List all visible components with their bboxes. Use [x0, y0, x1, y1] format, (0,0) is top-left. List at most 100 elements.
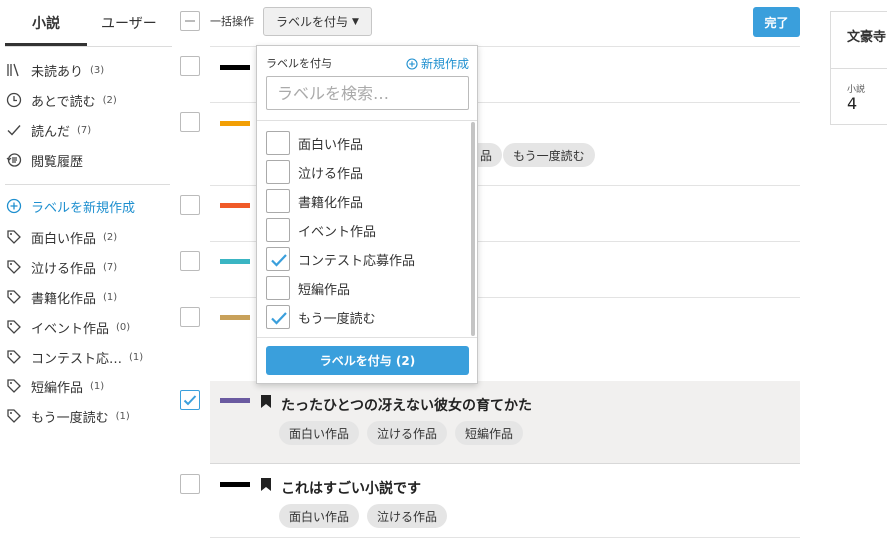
sidebar-tabs: 小説 ユーザー: [5, 0, 172, 47]
sidebar-label-item[interactable]: もう一度読む (1): [5, 406, 130, 426]
dropdown-divider: [257, 337, 477, 338]
label-name: コンテスト応…: [31, 351, 123, 367]
dropdown-label-option[interactable]: もう一度読む: [266, 305, 376, 329]
assign-label-button-text: ラベルを付与: [276, 15, 349, 29]
novel-checkbox[interactable]: [180, 195, 200, 215]
label-option-checkbox[interactable]: [266, 305, 290, 329]
label-count: (2): [103, 231, 118, 243]
novel-tag[interactable]: 泣ける作品: [367, 421, 448, 445]
author-stat-value: 4: [847, 94, 858, 113]
sidebar-item-unread[interactable]: 未読あり (3): [5, 60, 104, 80]
label-name: 面白い作品: [31, 231, 97, 247]
novel-color-bar: [220, 259, 250, 264]
novel-checkbox[interactable]: [180, 307, 200, 327]
sidebar-item-history[interactable]: 閲覧履歴: [5, 150, 83, 170]
novel-title[interactable]: たったひとつの冴えない彼女の育てかた: [281, 395, 532, 415]
check-icon: [271, 312, 287, 325]
apply-labels-button[interactable]: ラベルを付与 (2): [266, 346, 469, 375]
label-option-checkbox[interactable]: [266, 218, 290, 242]
novel-checkbox[interactable]: [180, 251, 200, 271]
novel-checkbox[interactable]: [180, 474, 200, 494]
label-name: 泣ける作品: [31, 261, 97, 277]
sidebar: 小説 ユーザー 未読あり (3) あとで読む (2) 読んだ (7) 閲覧履歴: [0, 0, 172, 538]
novel-tag[interactable]: 泣ける作品: [367, 504, 448, 528]
bookmark-icon: [261, 395, 271, 408]
select-all-checkbox[interactable]: [180, 11, 200, 31]
sidebar-item-read[interactable]: 読んだ (7): [5, 120, 91, 140]
dropdown-label-option[interactable]: 書籍化作品: [266, 189, 363, 213]
bookshelf-icon: [5, 61, 23, 79]
label-option-checkbox[interactable]: [266, 131, 290, 155]
author-name: 文豪寺: [847, 30, 887, 45]
dropdown-scrollbar[interactable]: [471, 122, 475, 336]
novel-tag[interactable]: 短編作品: [455, 421, 524, 445]
sidebar-item-read-later[interactable]: あとで読む (2): [5, 90, 117, 110]
tag-icon: [5, 407, 23, 425]
check-icon: [271, 254, 287, 267]
active-tab-indicator: [5, 43, 87, 46]
label-count: (7): [103, 261, 118, 273]
novel-checkbox[interactable]: [180, 56, 200, 76]
tab-users[interactable]: ユーザー: [101, 13, 157, 33]
novel-title[interactable]: これはすごい小説です: [281, 478, 421, 498]
sidebar-label-item[interactable]: 面白い作品 (2): [5, 227, 117, 247]
author-card[interactable]: 文豪寺 小説 4: [830, 11, 887, 125]
sidebar-label-item[interactable]: コンテスト応… (1): [5, 347, 143, 367]
sidebar-item-count: (3): [90, 64, 105, 76]
sidebar-label-item[interactable]: イベント作品 (0): [5, 317, 130, 337]
label-option-checkbox[interactable]: [266, 160, 290, 184]
author-card-divider: [831, 68, 887, 69]
sidebar-item-label: 未読あり: [31, 64, 84, 80]
label-name: イベント作品: [31, 321, 110, 337]
assign-label-button[interactable]: ラベルを付与 ▼: [263, 7, 372, 36]
dropdown-label-option[interactable]: 短編作品: [266, 276, 350, 300]
novel-checkbox[interactable]: [180, 112, 200, 132]
dropdown-title: ラベルを付与: [266, 57, 332, 70]
plus-circle-icon: [406, 57, 418, 70]
novel-tag[interactable]: 面白い作品: [279, 504, 360, 528]
label-option-checkbox[interactable]: [266, 189, 290, 213]
sidebar-item-label: あとで読む: [31, 94, 96, 110]
check-icon: [5, 121, 23, 139]
dropdown-label-option[interactable]: 泣ける作品: [266, 160, 363, 184]
label-dropdown: ラベルを付与 新規作成 面白い作品 泣ける作品 書籍化作品 イベント作品 コンテ…: [256, 45, 478, 384]
sidebar-item-label: 読んだ: [31, 124, 71, 140]
label-search-input[interactable]: [266, 76, 469, 110]
label-option-checkbox[interactable]: [266, 247, 290, 271]
tag-icon: [5, 348, 23, 366]
label-name: 書籍化作品: [31, 291, 97, 307]
label-option-checkbox[interactable]: [266, 276, 290, 300]
tag-icon: [5, 228, 23, 246]
chevron-down-icon: ▼: [352, 16, 359, 27]
plus-circle-icon: [5, 197, 23, 215]
label-option-text: 短編作品: [298, 282, 351, 298]
sidebar-label-item[interactable]: 短編作品 (1): [5, 376, 104, 396]
label-option-text: イベント作品: [298, 224, 377, 240]
tag-icon: [5, 258, 23, 276]
label-name: 短編作品: [31, 380, 84, 396]
bookmark-icon: [261, 478, 271, 491]
novel-color-bar: [220, 482, 250, 487]
novel-color-bar: [220, 121, 250, 126]
label-option-text: 書籍化作品: [298, 195, 364, 211]
label-count: (1): [90, 380, 105, 392]
dropdown-label-option[interactable]: イベント作品: [266, 218, 376, 242]
history-icon: [5, 151, 23, 169]
dropdown-label-option[interactable]: 面白い作品: [266, 131, 363, 155]
novel-checkbox[interactable]: [180, 390, 200, 410]
sidebar-label-item[interactable]: 書籍化作品 (1): [5, 287, 117, 307]
novel-tag[interactable]: 面白い作品: [279, 421, 360, 445]
dropdown-new-label-link[interactable]: 新規作成: [406, 55, 469, 72]
sidebar-divider: [5, 184, 170, 185]
dropdown-divider: [257, 120, 477, 121]
tab-novels[interactable]: 小説: [32, 13, 60, 33]
label-name: もう一度読む: [31, 410, 109, 426]
new-label-link[interactable]: ラベルを新規作成: [5, 196, 135, 216]
novel-tag[interactable]: もう一度読む: [503, 143, 595, 167]
done-button[interactable]: 完了: [753, 7, 800, 37]
novel-color-bar: [220, 203, 250, 208]
dropdown-label-option[interactable]: コンテスト応募作品: [266, 247, 415, 271]
sidebar-item-count: (2): [102, 94, 117, 106]
sidebar-label-item[interactable]: 泣ける作品 (7): [5, 257, 117, 277]
label-option-text: 面白い作品: [298, 137, 364, 153]
